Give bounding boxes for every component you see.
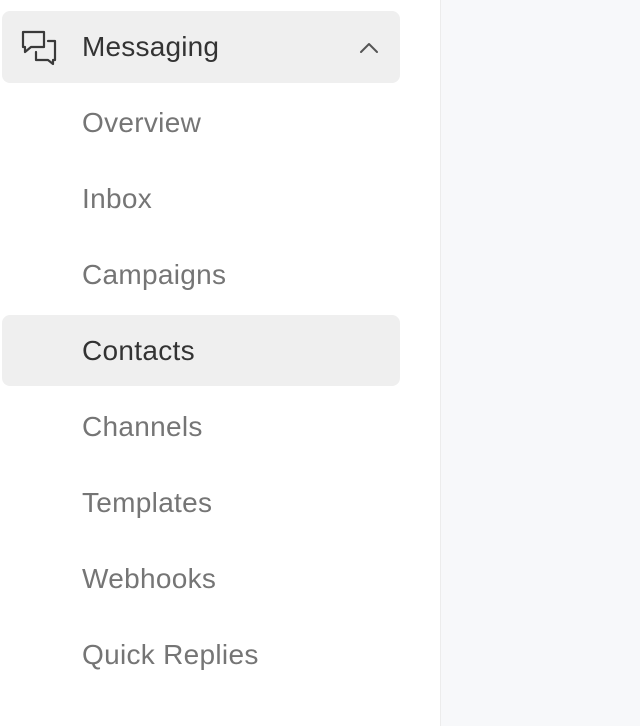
- messaging-section-header[interactable]: Messaging: [2, 11, 400, 83]
- sidebar-item-label: Overview: [82, 107, 202, 138]
- section-title: Messaging: [82, 31, 220, 62]
- sidebar-item-templates[interactable]: Templates: [0, 466, 440, 542]
- sidebar-item-contacts[interactable]: Contacts: [0, 314, 440, 390]
- sidebar-item-label: Channels: [82, 411, 203, 442]
- sidebar-item-label: Campaigns: [82, 259, 227, 290]
- sidebar: Messaging Overview Inbox Campaigns Conta…: [0, 0, 440, 726]
- sidebar-item-inbox[interactable]: Inbox: [0, 162, 440, 238]
- chevron-up-icon[interactable]: [358, 37, 380, 59]
- sidebar-item-label: Quick Replies: [82, 639, 259, 670]
- sidebar-item-label: Contacts: [82, 335, 195, 366]
- nav-item-background: [2, 315, 400, 386]
- main-content-area: [440, 0, 640, 726]
- nav-item-background: [2, 163, 400, 234]
- chat-bubbles-icon: [21, 30, 57, 66]
- sidebar-item-label: Templates: [82, 487, 213, 518]
- sidebar-item-channels[interactable]: Channels: [0, 390, 440, 466]
- messaging-nav-list: Overview Inbox Campaigns Contacts Channe…: [0, 86, 440, 694]
- sidebar-item-campaigns[interactable]: Campaigns: [0, 238, 440, 314]
- sidebar-item-quick-replies[interactable]: Quick Replies: [0, 618, 440, 694]
- sidebar-item-label: Webhooks: [82, 563, 217, 594]
- sidebar-item-label: Inbox: [82, 183, 152, 214]
- sidebar-item-overview[interactable]: Overview: [0, 86, 440, 162]
- sidebar-item-webhooks[interactable]: Webhooks: [0, 542, 440, 618]
